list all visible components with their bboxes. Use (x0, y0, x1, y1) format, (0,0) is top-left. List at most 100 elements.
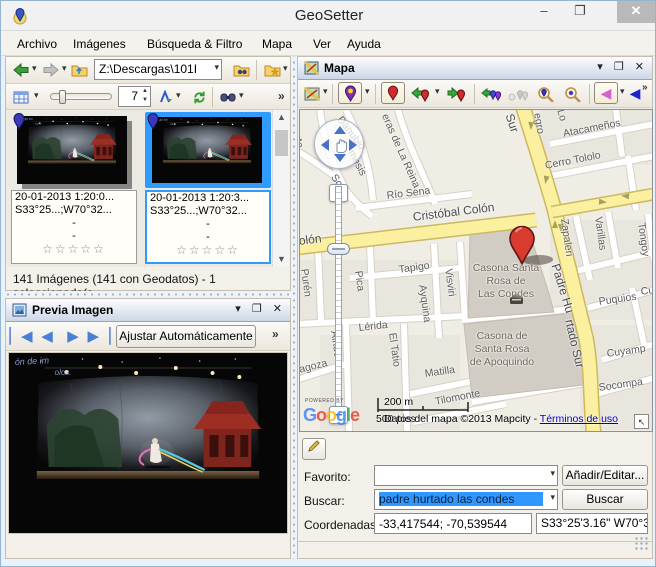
search-label: Buscar: (304, 494, 345, 508)
search-combo[interactable]: padre hurtado las condes ▾ (374, 489, 558, 510)
preview-panel-buttons[interactable]: ▾ ❐ ✕ (235, 302, 286, 315)
view-mode-button[interactable] (10, 86, 32, 108)
menu-ver[interactable]: Ver (307, 35, 337, 53)
maximize-button[interactable]: ❐ (565, 1, 595, 23)
map-toolbar-overflow[interactable]: » (642, 82, 648, 93)
search-filter-button[interactable] (217, 86, 239, 108)
search-caret[interactable]: ▾ (550, 492, 555, 503)
pan-right-icon[interactable] (349, 139, 357, 151)
thumb-size-value: 7 (121, 89, 138, 103)
next-marker-button[interactable] (445, 83, 469, 105)
favorite-combo[interactable]: ▾ (374, 465, 558, 486)
thumbnail-scrollbar[interactable]: ▲ ▼ (272, 110, 289, 267)
auto-fit-button[interactable]: Ajustar Automáticamente (116, 325, 256, 348)
folder-path-combo[interactable]: Z:\Descargas\101I ▾ (94, 59, 222, 80)
scroll-up-arrow[interactable]: ▲ (274, 110, 289, 125)
previous-marker-caret[interactable]: ▾ (435, 86, 440, 97)
spinner-down[interactable]: ▼ (142, 97, 148, 103)
map-attribution: Datos del mapa ©2013 Mapcity - Términos … (384, 413, 618, 425)
map-panel-buttons[interactable]: ▾ ❐ ✕ (597, 60, 648, 73)
menu-imagenes[interactable]: Imágenes (67, 35, 132, 53)
search-button[interactable]: Buscar (562, 489, 648, 510)
folder-favorites-caret[interactable]: ▾ (283, 63, 288, 74)
search-value: padre hurtado las condes (379, 492, 543, 506)
scale-metric: 200 m (384, 396, 413, 408)
thumbnail-coords: S33°25...;W70°32... (12, 204, 136, 217)
map-toolbar: ▾ ▾ ▾ (298, 80, 652, 108)
folder-up-button[interactable] (68, 59, 90, 81)
menu-archivo[interactable]: Archivo (11, 35, 63, 53)
thumbnail-photo[interactable] (152, 117, 262, 183)
scrollbar-thumb[interactable] (275, 130, 288, 156)
map-type-button[interactable] (301, 83, 323, 105)
map-canvas[interactable]: Danubio eras de La Reina mesis Sofía a M… (299, 109, 653, 432)
thumbnail-rating[interactable]: ☆☆☆☆☆ (12, 243, 136, 256)
thumb-size-slider[interactable] (50, 93, 112, 100)
thumbnail-item[interactable]: 20-01-2013 1:20:0... S33°25...;W70°32...… (9, 112, 139, 266)
thumb-size-slider-handle[interactable] (59, 90, 66, 104)
preview-panel-header[interactable]: Previa Imagen ▾ ❐ ✕ (6, 299, 290, 322)
menu-ayuda[interactable]: Ayuda (341, 35, 387, 53)
edit-coordinates-button[interactable] (302, 438, 326, 460)
show-image-markers-button[interactable] (381, 82, 405, 104)
thumbnail-list[interactable]: 20-01-2013 1:20:0... S33°25...;W70°32...… (7, 110, 289, 267)
pan-down-icon[interactable] (334, 154, 346, 162)
scroll-down-arrow[interactable]: ▼ (274, 252, 289, 267)
folder-favorites-button[interactable]: ★ (261, 59, 283, 81)
zoom-to-position-button[interactable] (560, 83, 584, 105)
add-edit-button[interactable]: Añadir/Editar... (562, 465, 648, 486)
assign-position-button[interactable] (479, 83, 503, 105)
map-panel-header[interactable]: Mapa ▾ ❐ ✕ (298, 57, 652, 80)
resize-grip[interactable] (634, 536, 648, 550)
show-position-marker-button[interactable] (338, 82, 362, 104)
position-marker-caret[interactable]: ▾ (365, 86, 370, 97)
terms-link[interactable]: Términos de uso (540, 413, 618, 425)
refresh-button[interactable] (188, 86, 210, 108)
menu-mapa[interactable]: Mapa (256, 35, 298, 53)
coordinates-input[interactable] (374, 513, 532, 534)
folder-path-caret[interactable]: ▾ (214, 62, 219, 73)
next-image-button[interactable]: ▶ (62, 325, 84, 347)
close-button[interactable]: ✕ (617, 1, 655, 23)
divider (298, 541, 652, 542)
map-zoom-handle[interactable] (327, 243, 350, 255)
sort-button[interactable] (156, 86, 178, 108)
view-mode-caret[interactable]: ▾ (34, 90, 39, 101)
horizontal-splitter[interactable] (5, 291, 291, 298)
pan-left-icon[interactable] (321, 139, 329, 151)
previous-marker-button[interactable] (409, 83, 433, 105)
map-zoom-track[interactable] (335, 186, 342, 408)
favorite-caret[interactable]: ▾ (550, 468, 555, 479)
last-image-button[interactable]: ▶▕ (88, 325, 110, 347)
pan-direction-caret[interactable]: ▾ (620, 86, 625, 97)
back-dropdown-caret[interactable]: ▾ (32, 63, 37, 74)
toolbar-overflow[interactable]: » (278, 89, 285, 103)
attribution-expand-icon[interactable]: ↖ (634, 414, 649, 429)
forward-dropdown-caret[interactable]: ▾ (62, 63, 67, 74)
thumb-size-spinner[interactable]: 7 ▲ ▼ (118, 86, 151, 107)
folder-browse-button[interactable] (230, 59, 252, 81)
search-filter-caret[interactable]: ▾ (239, 90, 244, 101)
spinner-up[interactable]: ▲ (142, 88, 148, 94)
thumbnail-field3: - (12, 217, 136, 230)
poi-label: de Apoquindo (464, 356, 540, 368)
previous-image-button[interactable]: ◀ (36, 325, 58, 347)
thumbnail-photo[interactable] (17, 116, 127, 184)
preview-photo[interactable] (8, 352, 288, 534)
pan-up-icon[interactable] (334, 126, 346, 134)
folder-path-value: Z:\Descargas\101I (99, 62, 207, 76)
map-type-caret[interactable]: ▾ (323, 86, 328, 97)
first-image-button[interactable]: ▏◀ (10, 325, 32, 347)
zoom-to-markers-button[interactable] (533, 83, 557, 105)
menu-busqueda-filtro[interactable]: Búsqueda & Filtro (141, 35, 248, 53)
minimize-button[interactable]: – (529, 1, 559, 23)
pan-direction-button[interactable]: ◀ (594, 82, 618, 104)
thumbnail-rating[interactable]: ☆☆☆☆☆ (147, 244, 269, 257)
map-pan-control[interactable] (314, 119, 364, 169)
google-logo[interactable]: Google (303, 405, 359, 426)
back-button[interactable] (10, 59, 32, 81)
preview-toolbar-overflow[interactable]: » (272, 327, 279, 341)
forward-button[interactable] (40, 59, 62, 81)
sort-caret[interactable]: ▾ (176, 90, 181, 101)
thumbnail-item-selected[interactable]: 20-01-2013 1:20:3... S33°25...;W70°32...… (143, 112, 275, 266)
